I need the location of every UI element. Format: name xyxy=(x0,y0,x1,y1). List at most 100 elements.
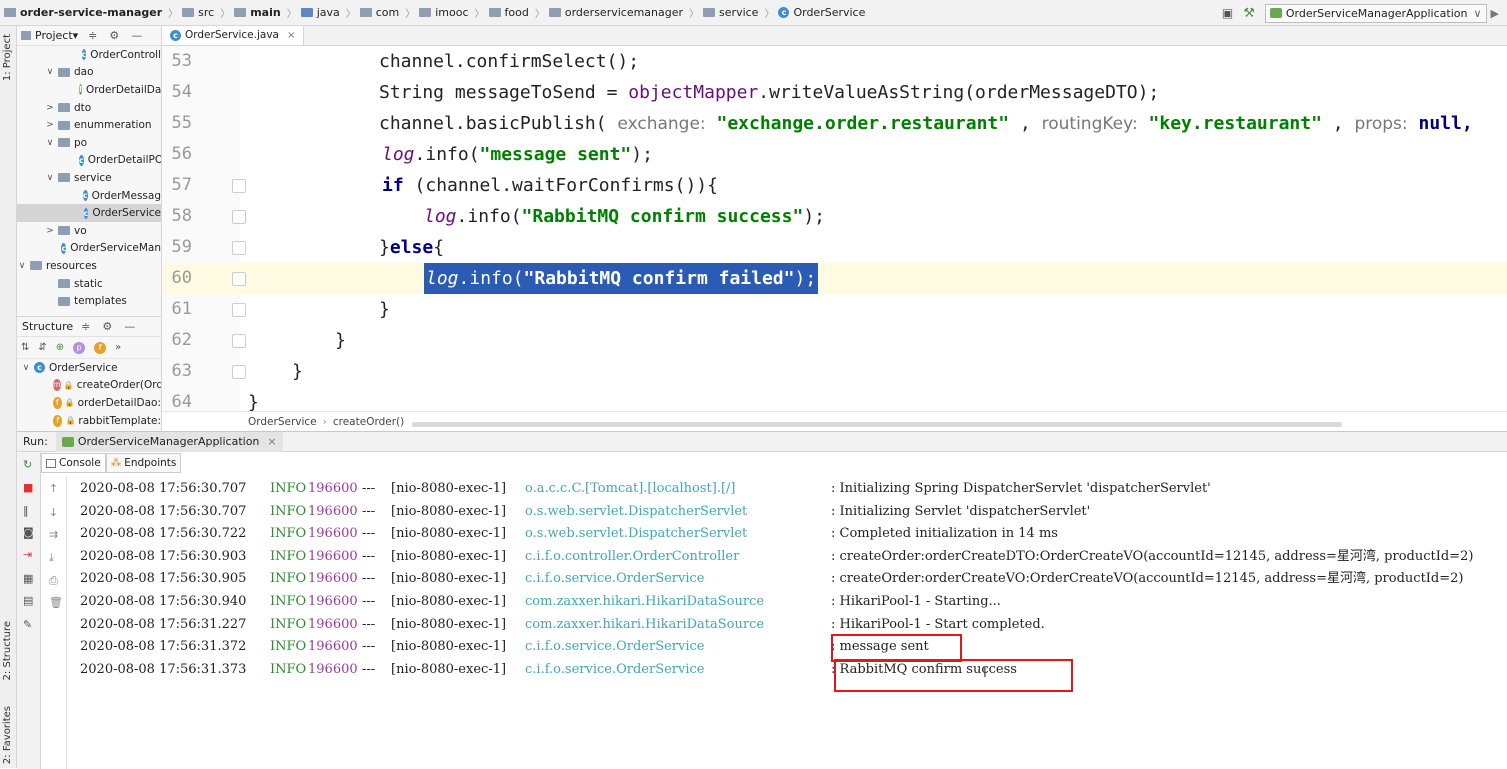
chevron-right-icon[interactable]: > xyxy=(45,120,55,130)
breadcrumb-item[interactable]: imooc xyxy=(419,6,469,19)
endpoints-tab[interactable]: ⁂ Endpoints xyxy=(105,453,182,473)
collapse-all-icon[interactable]: ≑ xyxy=(88,29,97,42)
pause-icon[interactable]: ‖ xyxy=(23,504,29,517)
project-tree-item[interactable]: ∨ po xyxy=(17,134,161,152)
close-icon[interactable]: × xyxy=(287,30,295,41)
gear-icon[interactable]: ⚙ xyxy=(102,320,112,333)
show-inherited-icon[interactable]: ⊕ xyxy=(56,342,64,353)
project-panel-title[interactable]: Project▾ xyxy=(35,29,78,42)
minimize-icon[interactable]: — xyxy=(131,29,142,42)
breadcrumb-item[interactable]: com xyxy=(359,6,399,19)
fold-marker-icon[interactable] xyxy=(232,334,246,348)
console-output[interactable]: 2020-08-08 17:56:30.707 INFO 196600 --- [nio… xyxy=(67,478,1507,681)
project-tree-item[interactable]: > enummeration xyxy=(17,116,161,134)
exit-icon[interactable]: ⇥ xyxy=(23,548,32,561)
breadcrumb-item[interactable]: java xyxy=(300,6,340,19)
scroll-to-end-icon[interactable]: ⤓ xyxy=(49,551,54,565)
project-tree-item[interactable]: c OrderServiceMan xyxy=(17,240,161,258)
log-line[interactable]: 2020-08-08 17:56:30.940 INFO 196600 --- [nio… xyxy=(67,591,1507,614)
code-line[interactable]: 60 log.info("RabbitMQ confirm failed"); xyxy=(162,263,1507,294)
sort-alphabetically-icon[interactable]: ⇵ xyxy=(38,342,46,353)
project-tree-item[interactable]: templates xyxy=(17,292,161,310)
stop-icon[interactable]: ■ xyxy=(23,481,33,494)
code-line[interactable]: 54 String messageToSend = objectMapper.wr… xyxy=(162,77,1507,108)
code-line[interactable]: 53 channel.confirmSelect(); xyxy=(162,46,1507,77)
camera-icon[interactable]: ◙ xyxy=(23,526,34,539)
log-line[interactable]: 2020-08-08 17:56:30.903 INFO 196600 --- [nio… xyxy=(67,546,1507,569)
project-tree-item[interactable]: c OrderService xyxy=(17,204,161,222)
fold-marker-icon[interactable] xyxy=(232,272,246,286)
chevron-down-icon[interactable]: ∨ xyxy=(17,261,27,271)
project-tree-item[interactable]: I OrderDetailDa xyxy=(17,81,161,99)
pin-icon[interactable]: ✎ xyxy=(23,618,32,631)
structure-root[interactable]: ∨ c OrderService xyxy=(17,359,161,377)
scroll-up-icon[interactable]: ↑ xyxy=(49,482,58,495)
run-configuration-select[interactable]: OrderServiceManagerApplication ∨ xyxy=(1264,3,1487,23)
overflow-icon[interactable]: ▶ xyxy=(1491,7,1499,20)
project-tree-item[interactable]: ∨ dao xyxy=(17,64,161,82)
breadcrumb-method[interactable]: createOrder() xyxy=(333,416,404,428)
breadcrumb-item[interactable]: order-service-manager xyxy=(4,6,162,19)
project-tool-tab[interactable]: 1: Project xyxy=(2,34,13,81)
gear-icon[interactable]: ⚙ xyxy=(109,29,119,42)
project-tree-item[interactable]: ∨ service xyxy=(17,169,161,187)
project-tree-item[interactable]: static xyxy=(17,275,161,293)
fold-marker-icon[interactable] xyxy=(232,241,246,255)
close-icon[interactable]: × xyxy=(267,435,276,448)
code-line[interactable]: 61} xyxy=(162,294,1507,325)
structure-tool-tab[interactable]: 2: Structure xyxy=(2,621,13,680)
chevron-right-icon[interactable]: > xyxy=(45,226,55,236)
project-tree-item[interactable]: > vo xyxy=(17,222,161,240)
breadcrumb-item[interactable]: service xyxy=(703,6,758,19)
code-area[interactable]: 53 channel.confirmSelect(); 54 String messa… xyxy=(162,46,1507,427)
fold-marker-icon[interactable] xyxy=(232,303,246,317)
code-line[interactable]: 59}else{ xyxy=(162,232,1507,263)
editor-tab-orderservice[interactable]: c OrderService.java × xyxy=(162,26,305,45)
chevron-down-icon[interactable]: ∨ xyxy=(45,67,55,77)
log-line[interactable]: 2020-08-08 17:56:31.227 INFO 196600 --- [nio… xyxy=(67,614,1507,637)
code-line[interactable]: 55 channel.basicPublish( exchange: "excha… xyxy=(162,108,1507,139)
breadcrumb-item[interactable]: orderservicemanager xyxy=(548,6,683,19)
build-hammer-icon[interactable]: ⚒ xyxy=(1243,6,1255,21)
console-tab[interactable]: Console xyxy=(41,453,106,473)
project-tree-item[interactable]: c OrderControll xyxy=(17,46,161,64)
settings-icon[interactable]: ▤ xyxy=(23,594,33,607)
project-tree-item[interactable]: c OrderMessag xyxy=(17,187,161,205)
minimize-icon[interactable]: — xyxy=(124,320,135,333)
chevron-down-icon[interactable]: ∨ xyxy=(45,173,55,183)
more-icon[interactable]: » xyxy=(115,342,121,353)
show-fields-icon[interactable]: f xyxy=(94,341,107,354)
code-line[interactable]: 63} xyxy=(162,356,1507,387)
breadcrumb-item[interactable]: src xyxy=(182,6,214,19)
breadcrumb-item[interactable]: main xyxy=(234,6,281,19)
breadcrumb-item[interactable]: c OrderService xyxy=(778,6,865,19)
chevron-right-icon[interactable]: > xyxy=(45,103,55,113)
log-line[interactable]: 2020-08-08 17:56:31.372 INFO 196600 --- [nio… xyxy=(67,636,1507,659)
code-line[interactable]: 56 log.info("message sent"); xyxy=(162,139,1507,170)
log-line[interactable]: 2020-08-08 17:56:30.905 INFO 196600 --- [nio… xyxy=(67,568,1507,591)
scroll-down-icon[interactable]: ↓ xyxy=(49,506,58,519)
structure-member[interactable]: f 🔒 orderDetailDao: xyxy=(17,394,161,412)
log-line[interactable]: 2020-08-08 17:56:31.373 INFO 196600 --- [nio… xyxy=(67,659,1507,682)
fold-marker-icon[interactable] xyxy=(232,179,246,193)
show-properties-icon[interactable]: p xyxy=(73,341,86,354)
chevron-down-icon[interactable]: ∨ xyxy=(45,138,55,148)
code-line[interactable]: 62} xyxy=(162,325,1507,356)
code-line[interactable]: 57 if (channel.waitForConfirms()){ xyxy=(162,170,1507,201)
sort-by-visibility-icon[interactable]: ⇅ xyxy=(21,342,29,353)
rerun-icon[interactable]: ↻ xyxy=(23,458,32,471)
project-tree-item[interactable]: > dto xyxy=(17,99,161,117)
fold-marker-icon[interactable] xyxy=(232,210,246,224)
collapse-all-icon[interactable]: ≑ xyxy=(81,320,90,333)
structure-member[interactable]: m 🔒 createOrder(Ord xyxy=(17,377,161,395)
breadcrumb-item[interactable]: food xyxy=(488,6,529,19)
code-line[interactable]: 58 log.info("RabbitMQ confirm success"); xyxy=(162,201,1507,232)
favorites-tool-tab[interactable]: 2: Favorites xyxy=(2,706,13,764)
log-line[interactable]: 2020-08-08 17:56:30.722 INFO 196600 --- [nio… xyxy=(67,523,1507,546)
run-tab[interactable]: OrderServiceManagerApplication × xyxy=(55,431,283,452)
layout-icon[interactable]: ▣ xyxy=(1222,6,1233,20)
soft-wrap-icon[interactable]: ⇉ xyxy=(49,528,58,541)
log-line[interactable]: 2020-08-08 17:56:30.707 INFO 196600 --- [nio… xyxy=(67,478,1507,501)
structure-member[interactable]: f 🔒 rabbitTemplate: xyxy=(17,412,161,430)
layout-icon[interactable]: ▦ xyxy=(23,572,33,585)
